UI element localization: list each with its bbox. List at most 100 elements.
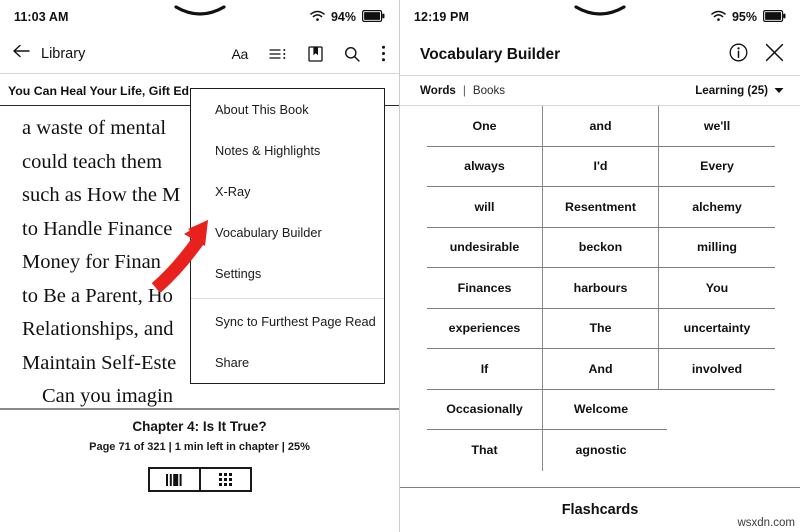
- battery-icon: [763, 9, 786, 25]
- word-row: If And involved: [427, 349, 775, 390]
- word-cell[interactable]: If: [427, 349, 543, 389]
- camera-notch-icon: [574, 4, 626, 20]
- word-cell[interactable]: Resentment: [543, 187, 659, 227]
- word-cell[interactable]: we'll: [659, 106, 775, 146]
- more-vertical-icon[interactable]: [381, 45, 386, 62]
- tab-books[interactable]: Books: [473, 84, 505, 97]
- menu-item-vocabulary-builder[interactable]: Vocabulary Builder: [191, 212, 384, 253]
- menu-item-x-ray[interactable]: X-Ray: [191, 171, 384, 212]
- status-time: 12:19 PM: [414, 10, 469, 24]
- word-row: experiences The uncertainty: [427, 308, 775, 349]
- word-cell[interactable]: undesirable: [427, 227, 543, 267]
- book-line: a waste of mental: [22, 117, 167, 139]
- word-row: Finances harbours You: [427, 268, 775, 309]
- vocabulary-subbar: Words | Books Learning (25): [400, 76, 800, 106]
- toolbar-icon-group: Aa: [231, 45, 386, 62]
- status-right-group: 95%: [711, 9, 786, 25]
- book-line: could teach them: [22, 150, 163, 173]
- tab-words[interactable]: Words: [420, 84, 456, 97]
- book-line: Maintain Self-Este: [22, 351, 177, 374]
- word-row: always I'd Every: [427, 146, 775, 187]
- camera-notch-icon: [173, 4, 226, 20]
- kindle-reader-panel: 11:03 AM 94% Library Aa You Can Heal You…: [0, 0, 400, 532]
- reading-progress-label: Page 71 of 321 | 1 min left in chapter |…: [89, 441, 310, 453]
- book-line: to Handle Finance: [22, 217, 173, 240]
- chevron-down-icon[interactable]: [774, 84, 784, 97]
- word-cell[interactable]: agnostic: [543, 430, 659, 471]
- battery-percent: 95%: [731, 10, 757, 24]
- book-line: such as How the M: [22, 184, 181, 206]
- overflow-menu: About This Book Notes & Highlights X-Ray…: [190, 88, 385, 384]
- word-cell[interactable]: Occasionally: [427, 389, 543, 429]
- word-cell[interactable]: Finances: [427, 268, 543, 308]
- word-cell[interactable]: One: [427, 106, 543, 146]
- grid-view-icon[interactable]: [198, 469, 250, 490]
- search-icon[interactable]: [344, 46, 360, 62]
- word-row: One and we'll: [427, 106, 775, 147]
- word-cell[interactable]: harbours: [543, 268, 659, 308]
- info-circle-icon[interactable]: [729, 43, 748, 67]
- status-bar-right: 12:19 PM 95%: [400, 0, 800, 34]
- arrow-left-icon[interactable]: [13, 44, 30, 63]
- word-cell[interactable]: will: [427, 187, 543, 227]
- word-row: will Resentment alchemy: [427, 187, 775, 228]
- word-cell[interactable]: You: [659, 268, 775, 308]
- book-line: Money for Finan: [22, 251, 161, 273]
- word-cell[interactable]: The: [543, 308, 659, 348]
- word-row: Occasionally Welcome: [427, 389, 667, 430]
- menu-item-sync-furthest-page[interactable]: Sync to Furthest Page Read: [191, 301, 384, 342]
- word-cell[interactable]: I'd: [543, 146, 659, 186]
- bookmark-icon[interactable]: [308, 45, 323, 62]
- word-cell[interactable]: alchemy: [659, 187, 775, 227]
- word-cell[interactable]: Welcome: [543, 390, 659, 430]
- word-cell[interactable]: beckon: [543, 227, 659, 267]
- status-time: 11:03 AM: [14, 10, 69, 24]
- menu-item-settings[interactable]: Settings: [191, 253, 384, 294]
- vocabulary-builder-panel: 12:19 PM 95% Vocabulary Builder Words | …: [400, 0, 800, 532]
- word-grid: One and we'll always I'd Every will Resentment a…: [400, 106, 800, 471]
- book-line: to Be a Parent, Ho: [22, 284, 173, 307]
- close-x-icon[interactable]: [765, 43, 784, 67]
- book-line: Relationships, and: [22, 318, 174, 340]
- word-cell[interactable]: experiences: [427, 308, 543, 348]
- word-cell[interactable]: involved: [659, 349, 775, 389]
- view-mode-toggle[interactable]: [147, 467, 252, 492]
- reader-footer: Chapter 4: Is It True? Page 71 of 321 | …: [0, 408, 399, 492]
- watermark: wsxdn.com: [737, 517, 795, 529]
- header-icon-group: [729, 43, 784, 67]
- menu-item-about-this-book[interactable]: About This Book: [191, 89, 384, 130]
- menu-divider: [191, 298, 384, 299]
- wifi-icon: [711, 10, 726, 25]
- table-of-contents-icon[interactable]: [269, 47, 287, 61]
- battery-percent: 94%: [330, 10, 356, 24]
- word-cell[interactable]: milling: [659, 228, 775, 268]
- word-cell[interactable]: and: [543, 106, 659, 146]
- battery-icon: [362, 9, 385, 25]
- aa-font-icon[interactable]: Aa: [231, 46, 248, 62]
- flashcards-button[interactable]: Flashcards: [562, 502, 639, 518]
- wifi-icon: [310, 10, 325, 25]
- menu-item-notes-highlights[interactable]: Notes & Highlights: [191, 130, 384, 171]
- word-cell[interactable]: And: [543, 349, 659, 389]
- tab-divider: |: [462, 84, 466, 97]
- chapter-label: Chapter 4: Is It True?: [132, 419, 267, 434]
- reader-toolbar: Library Aa: [0, 34, 399, 74]
- learning-filter-dropdown[interactable]: Learning (25): [695, 84, 784, 97]
- page-view-icon[interactable]: [150, 469, 199, 490]
- back-to-library-button[interactable]: Library: [13, 44, 85, 63]
- word-row: undesirable beckon milling: [427, 227, 775, 268]
- menu-item-share[interactable]: Share: [191, 342, 384, 383]
- status-right-group: 94%: [310, 9, 385, 25]
- word-cell[interactable]: That: [427, 430, 543, 471]
- word-cell[interactable]: Every: [659, 147, 775, 187]
- library-label[interactable]: Library: [41, 46, 85, 62]
- word-cell[interactable]: uncertainty: [659, 309, 775, 349]
- learning-filter-label: Learning (25): [695, 84, 768, 97]
- word-cell[interactable]: always: [427, 146, 543, 186]
- screenshot-root: 11:03 AM 94% Library Aa You Can Heal You…: [0, 0, 800, 532]
- status-bar-left: 11:03 AM 94%: [0, 0, 399, 34]
- book-line: Can you imagin: [42, 385, 173, 407]
- word-row: That agnostic: [427, 430, 667, 471]
- page-title: Vocabulary Builder: [420, 45, 561, 63]
- vocabulary-builder-header: Vocabulary Builder: [400, 34, 800, 76]
